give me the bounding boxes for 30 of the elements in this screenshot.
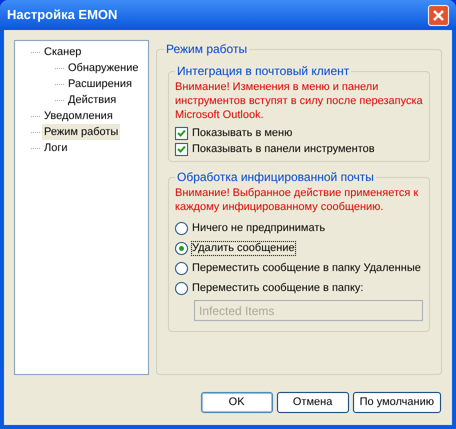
radio-label: Переместить сообщение в папку: bbox=[192, 282, 364, 294]
close-icon bbox=[433, 10, 444, 20]
radio-button[interactable] bbox=[175, 222, 188, 234]
checkbox-label: Показывать в панели инструментов bbox=[192, 142, 375, 157]
tree-item[interactable]: Обнаружение bbox=[66, 60, 140, 76]
radio-button[interactable] bbox=[175, 242, 188, 254]
tree-item[interactable]: Режим работы bbox=[42, 124, 120, 140]
group-title: Режим работы bbox=[165, 41, 248, 58]
group-title: Интеграция в почтовый клиент bbox=[176, 63, 350, 80]
checkbox[interactable] bbox=[175, 126, 188, 140]
tree-item[interactable]: Расширения bbox=[66, 76, 134, 92]
tree-item[interactable]: Логи bbox=[42, 140, 70, 156]
warning-text: Внимание! Изменения в меню и панели инструментов вступят в силу после перезапуска Microsoft Outlook. bbox=[175, 80, 423, 122]
radio-label: Переместить сообщение в папку Удаленные bbox=[192, 262, 421, 274]
window-title: Настройка EMON bbox=[7, 6, 118, 24]
dialog-button[interactable]: Отмена bbox=[276, 392, 349, 413]
tree-item[interactable]: Уведомления bbox=[42, 108, 115, 124]
warning-text: Внимание! Выбранное действие применяется к каждому инфицированному сообщению. bbox=[175, 186, 420, 214]
radio-label: Удалить сообщение bbox=[192, 242, 295, 254]
close-button[interactable] bbox=[428, 4, 449, 26]
dialog-button[interactable]: По умолчанию bbox=[352, 392, 441, 413]
tree-item[interactable]: Действия bbox=[66, 92, 118, 108]
group-title: Обработка инфицированной почты bbox=[176, 169, 375, 186]
radio-label: Ничего не предпринимать bbox=[192, 222, 326, 234]
dialog-button[interactable]: OK bbox=[200, 392, 273, 413]
tree-item[interactable]: Сканер bbox=[42, 44, 84, 60]
radio-button[interactable] bbox=[175, 282, 188, 294]
checkbox[interactable] bbox=[175, 142, 188, 156]
checkbox-label: Показывать в меню bbox=[192, 126, 292, 141]
radio-button[interactable] bbox=[175, 262, 188, 274]
